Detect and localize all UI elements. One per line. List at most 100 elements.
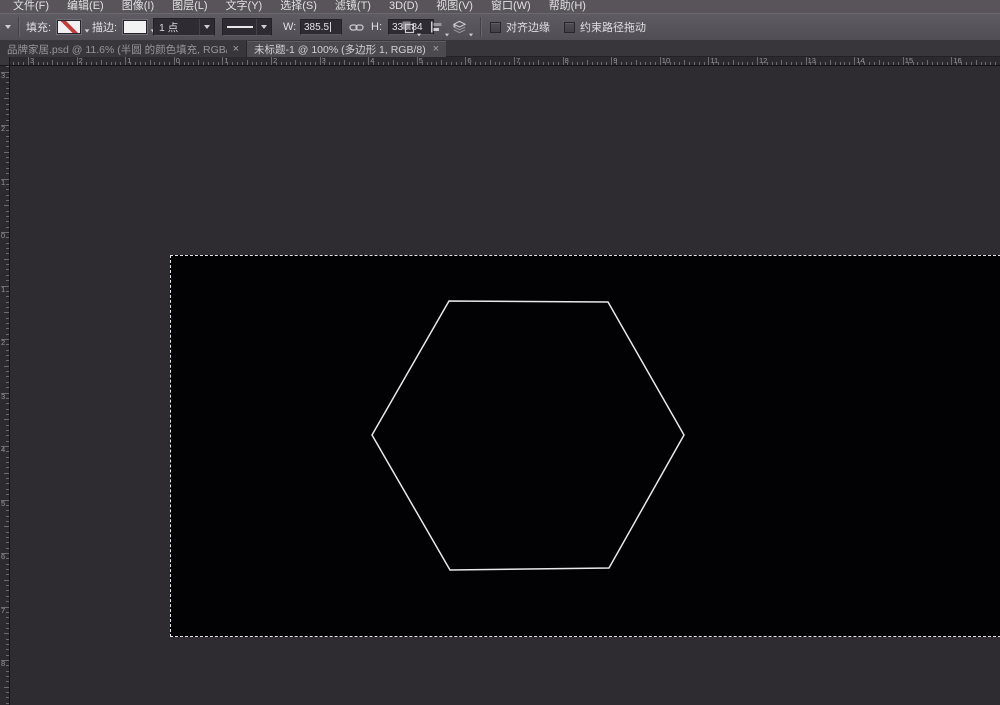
- ruler-tick: [33, 62, 34, 65]
- ruler-corner[interactable]: [0, 57, 10, 66]
- ruler-tick: [1, 393, 9, 394]
- menu-3d[interactable]: 3D(D): [380, 0, 427, 13]
- ruler-tick: [640, 62, 641, 65]
- ruler-tick: [796, 62, 797, 65]
- ruler-tick: [6, 291, 9, 292]
- ruler-tick: [412, 62, 413, 65]
- link-dimensions-button[interactable]: [349, 14, 364, 40]
- ruler-tick: [6, 425, 9, 426]
- ruler-tick: [422, 62, 423, 65]
- path-operations-button[interactable]: [400, 14, 422, 40]
- menu-help[interactable]: 帮助(H): [540, 0, 595, 13]
- menu-layer[interactable]: 图层(L): [163, 0, 216, 13]
- ruler-tick: [6, 93, 9, 94]
- stroke-swatch[interactable]: [121, 14, 155, 40]
- ruler-tick: [135, 62, 136, 65]
- ruler-tick: [6, 462, 9, 463]
- ruler-tick: [6, 617, 9, 618]
- ruler-tick: [125, 57, 126, 65]
- canvas-pasteboard[interactable]: [10, 66, 1000, 705]
- close-tab-icon[interactable]: ×: [233, 44, 239, 54]
- menu-view[interactable]: 视图(V): [427, 0, 482, 13]
- ruler-tick: [888, 62, 889, 65]
- path-alignment-button[interactable]: [428, 14, 450, 40]
- ruler-tick: [869, 62, 870, 65]
- ruler-tick: [538, 60, 539, 65]
- ruler-tick: [6, 387, 9, 388]
- ruler-tick: [631, 62, 632, 65]
- checkbox-icon: [564, 22, 575, 33]
- ruler-tick: [295, 60, 296, 65]
- ruler-tick: [115, 62, 116, 65]
- align-edges-checkbox[interactable]: 对齐边缘: [490, 14, 550, 40]
- ruler-tick: [52, 60, 53, 65]
- menu-image[interactable]: 图像(I): [113, 0, 163, 13]
- ruler-tick: [344, 60, 345, 65]
- ruler-tick: [6, 532, 9, 533]
- ruler-tick: [772, 62, 773, 65]
- ruler-tick: [6, 692, 9, 693]
- width-input[interactable]: 385.5: [300, 14, 342, 40]
- ruler-tick: [18, 62, 19, 65]
- ruler-tick: [6, 676, 9, 677]
- ruler-tick: [4, 687, 9, 688]
- menu-filter[interactable]: 滤镜(T): [326, 0, 380, 13]
- ruler-tick: [184, 62, 185, 65]
- ruler-tick: [4, 152, 9, 153]
- ruler-tick: [480, 62, 481, 65]
- path-arrangement-button[interactable]: [452, 14, 474, 40]
- ruler-tick: [290, 62, 291, 65]
- tool-options-bar: 填充: 描边: 1 点 W: 385.5: [0, 13, 1000, 41]
- menu-file[interactable]: 文件(F): [4, 0, 58, 13]
- ruler-tick: [854, 57, 855, 65]
- constrain-path-drag-label: 约束路径拖动: [580, 19, 646, 35]
- ruler-tick: [300, 62, 301, 65]
- ruler-tick: [6, 655, 9, 656]
- ruler-tick: [106, 62, 107, 65]
- menu-window[interactable]: 窗口(W): [482, 0, 540, 13]
- ruler-tick: [431, 62, 432, 65]
- ruler-tick: [6, 601, 9, 602]
- document-canvas-with-selection-marquee[interactable]: [170, 255, 1000, 637]
- shape-layer: [171, 256, 1000, 638]
- ruler-tick: [4, 312, 9, 313]
- ruler-tick: [81, 62, 82, 65]
- close-tab-icon[interactable]: ×: [433, 44, 439, 54]
- ruler-tick: [441, 60, 442, 65]
- ruler-tick: [587, 60, 588, 65]
- ruler-tick: [922, 62, 923, 65]
- ruler-tick: [6, 307, 9, 308]
- constrain-path-drag-checkbox[interactable]: 约束路径拖动: [564, 14, 646, 40]
- ruler-tick: [6, 478, 9, 479]
- menu-type[interactable]: 文字(Y): [217, 0, 272, 13]
- ruler-tick: [6, 558, 9, 559]
- ruler-tick: [23, 62, 24, 65]
- ruler-tick: [4, 580, 9, 581]
- document-tab-inactive[interactable]: 品牌家居.psd @ 11.6% (半圆 的颜色填充, RGB/8#) * ×: [0, 41, 247, 57]
- chain-link-icon: [349, 23, 364, 32]
- ruler-tick: [373, 62, 374, 65]
- ruler-tick: [553, 62, 554, 65]
- ruler-tick: [320, 57, 321, 65]
- document-tab-active[interactable]: 未标题-1 @ 100% (多边形 1, RGB/8) * ×: [247, 41, 446, 57]
- ruler-horizontal[interactable]: 32101234567891011121314151617: [10, 57, 1000, 66]
- ruler-tick: [6, 248, 9, 249]
- ruler-tick: [72, 62, 73, 65]
- ruler-tick: [354, 62, 355, 65]
- ruler-vertical[interactable]: 3210123456789: [0, 66, 10, 705]
- ruler-tick: [6, 542, 9, 543]
- tool-preset-dropdown[interactable]: [5, 14, 11, 40]
- ruler-tick: [650, 62, 651, 65]
- ruler-tick: [820, 62, 821, 65]
- ruler-tick: [767, 62, 768, 65]
- fill-swatch[interactable]: [55, 14, 89, 40]
- ruler-tick: [6, 457, 9, 458]
- ruler-tick: [62, 62, 63, 65]
- stroke-width-combo[interactable]: 1 点: [153, 14, 215, 40]
- menu-edit[interactable]: 编辑(E): [58, 0, 113, 13]
- menu-select[interactable]: 选择(S): [271, 0, 326, 13]
- stroke-style-combo[interactable]: [222, 14, 272, 40]
- ruler-tick: [6, 574, 9, 575]
- ruler-tick: [6, 564, 9, 565]
- ruler-tick: [490, 60, 491, 65]
